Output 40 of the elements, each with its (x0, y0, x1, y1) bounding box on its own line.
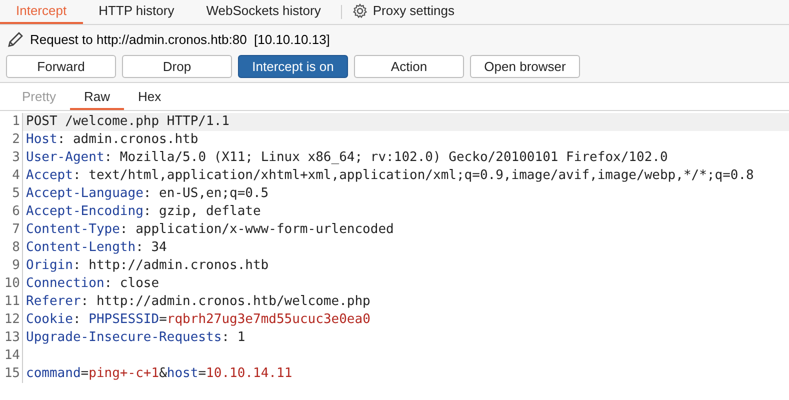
code-line: Cookie: PHPSESSID=rqbrh27ug3e7md55ucuc3e0ea0 (22, 311, 789, 329)
toolbar-button[interactable]: Forward (6, 55, 116, 78)
view-tab[interactable]: Hex (124, 83, 176, 110)
code-line: Content-Type: application/x-www-form-urlencoded (22, 221, 789, 239)
line-number: 15 (3, 365, 21, 383)
code-line: Accept: text/html,application/xhtml+xml,application/xml;q=0.9,image/avif,image/webp,*/*;q=0.8 (22, 167, 789, 185)
code-line: Origin: http://admin.cronos.htb (22, 257, 789, 275)
line-number: 7 (11, 221, 21, 239)
line-number: 12 (3, 311, 21, 329)
line-number: 5 (11, 185, 21, 203)
line-number: 8 (11, 239, 21, 257)
tab[interactable]: HTTP history (82, 0, 190, 24)
toolbar-button[interactable]: Intercept is on (238, 55, 348, 78)
line-number: 4 (11, 167, 21, 185)
code-line: Connection: close (22, 275, 789, 293)
toolbar-button[interactable]: Drop (122, 55, 232, 78)
line-number: 13 (3, 329, 21, 347)
line-number: 14 (3, 347, 21, 365)
request-target-label: Request to http://admin.cronos.htb:80 [10.10.10.13] (30, 31, 330, 50)
code-line: User-Agent: Mozilla/5.0 (X11; Linux x86_64; rv:102.0) Gecko/20100101 Firefox/102.0 (22, 149, 789, 167)
code-line: Host: admin.cronos.htb (22, 131, 789, 149)
code-line: Content-Length: 34 (22, 239, 789, 257)
tab[interactable]: WebSockets history (190, 0, 337, 24)
line-number: 11 (3, 293, 21, 311)
toolbar-button[interactable]: Open browser (470, 55, 580, 78)
code-line: Accept-Encoding: gzip, deflate (22, 203, 789, 221)
line-number: 2 (11, 131, 21, 149)
code-line: Referer: http://admin.cronos.htb/welcome.php (22, 293, 789, 311)
line-number: 6 (11, 203, 21, 221)
settings-tab[interactable]: Proxy settings (346, 0, 470, 24)
settings-icon (352, 3, 368, 19)
code-line: Upgrade-Insecure-Requests: 1 (22, 329, 789, 347)
code-line: command=ping+-c+1&host=10.10.14.11 (22, 365, 789, 383)
code-line: Accept-Language: en-US,en;q=0.5 (22, 185, 789, 203)
line-number: 3 (11, 149, 21, 167)
line-number: 9 (11, 257, 21, 275)
line-number: 10 (3, 275, 21, 293)
line-number: 1 (11, 113, 21, 131)
pencil-icon (6, 31, 24, 49)
toolbar-button[interactable]: Action (354, 55, 464, 78)
